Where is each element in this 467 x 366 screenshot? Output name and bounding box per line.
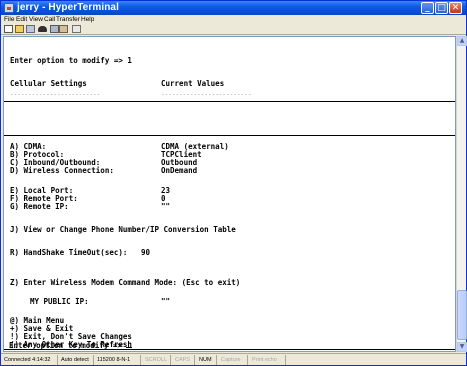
phone-icon[interactable] [38, 26, 47, 32]
prompt-bottom-text: Enter option to modify => [9, 341, 127, 350]
status-settings: 115200 8-N-1 [97, 357, 131, 363]
status-separator [216, 355, 217, 365]
hyperterminal-window: jerry - HyperTerminal _ □ ✕ File Edit Vi… [0, 0, 467, 366]
status-num: NUM [199, 357, 212, 363]
setting-label-remote-ip: G) Remote IP: [10, 202, 69, 211]
status-separator [57, 355, 58, 365]
menu-view[interactable]: View [29, 15, 43, 24]
status-caps: CAPS [175, 357, 190, 363]
scroll-thumb[interactable] [457, 290, 467, 340]
menu-help[interactable]: Help [81, 15, 94, 24]
menu-bar: File Edit View Call Transfer Help [1, 15, 466, 24]
setting-value-wireless: OnDemand [161, 166, 198, 175]
properties-icon[interactable] [72, 25, 81, 33]
title-bar[interactable]: jerry - HyperTerminal _ □ ✕ [1, 1, 466, 15]
close-button[interactable]: ✕ [449, 2, 462, 14]
menu-transfer[interactable]: Transfer [56, 15, 80, 24]
scroll-down-button[interactable]: ▼ [457, 342, 467, 352]
status-separator [170, 355, 171, 365]
maximize-button[interactable]: □ [435, 2, 448, 14]
status-separator [194, 355, 195, 365]
new-connection-icon[interactable] [4, 25, 13, 33]
status-separator [285, 355, 286, 365]
status-scroll: SCROLL [145, 357, 168, 363]
public-ip-value: "" [161, 297, 171, 306]
menu-call[interactable]: Call [44, 15, 55, 24]
dashes-settings: ------------------------- [10, 91, 101, 98]
receive-icon[interactable] [59, 25, 68, 33]
status-separator [93, 355, 94, 365]
header-values: Current Values [161, 79, 225, 88]
public-ip-label: MY PUBLIC IP: [30, 297, 89, 306]
menu-file[interactable]: File [4, 15, 14, 24]
setting-label-wireless: D) Wireless Connection: [10, 166, 114, 175]
toolbar [1, 24, 466, 35]
header-settings: Cellular Settings [10, 79, 87, 88]
prompt-top: Enter option to modify => 1 [10, 56, 132, 65]
send-icon[interactable] [50, 25, 59, 33]
prompt-bottom: Enter option to modify => [9, 341, 133, 350]
option-j: J) View or Change Phone Number/IP Conver… [10, 225, 236, 234]
top-divider [4, 101, 455, 102]
window-title: jerry - HyperTerminal [17, 2, 119, 13]
status-print-echo: Print echo [252, 357, 277, 363]
open-icon[interactable] [15, 25, 24, 33]
terminal-screen[interactable]: Enter option to modify => 1 Cellular Set… [3, 36, 456, 352]
minimize-button[interactable]: _ [421, 2, 434, 14]
menu-edit[interactable]: Edit [16, 15, 27, 24]
status-connected: Connected 4:14:32 [4, 357, 51, 363]
scroll-up-button[interactable]: ▲ [457, 36, 467, 46]
disconnect-icon[interactable] [26, 25, 35, 33]
status-detect: Auto detect [61, 357, 89, 363]
setting-value-remote-ip: "" [161, 202, 171, 211]
option-z: Z) Enter Wireless Modem Command Mode: (E… [10, 278, 241, 287]
option-r-value: 90 [141, 248, 151, 257]
section-divider [4, 135, 455, 136]
option-r-label: R) HandShake TimeOut(sec): [10, 248, 128, 257]
hyperterminal-app-icon[interactable] [4, 3, 14, 13]
status-separator [247, 355, 248, 365]
dashes-values: ------------------------- [161, 91, 252, 98]
text-cursor [126, 347, 133, 348]
vertical-scrollbar[interactable]: ▲ ▼ [456, 36, 467, 352]
status-separator [140, 355, 141, 365]
status-bar: Connected 4:14:32 Auto detect 115200 8-N… [1, 353, 466, 365]
status-capture: Capture [221, 357, 241, 363]
